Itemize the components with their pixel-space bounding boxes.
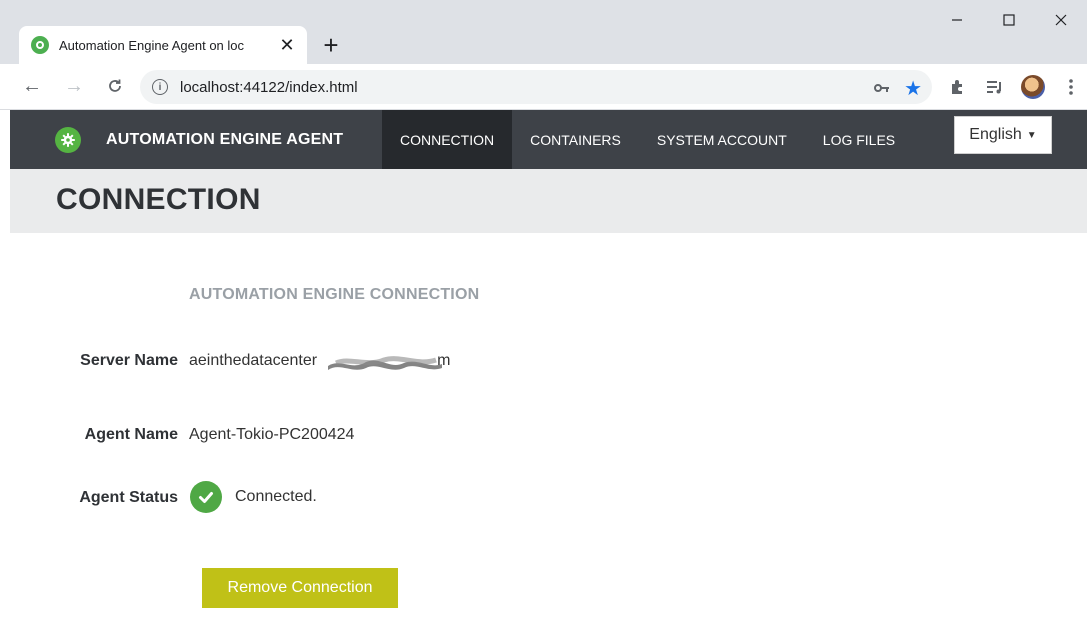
remove-connection-button[interactable]: Remove Connection (202, 568, 398, 608)
language-label: English (969, 126, 1022, 143)
browser-tabstrip: Automation Engine Agent on loc ✕ + (0, 0, 1087, 64)
browser-toolbar: ← → i localhost:44122/index.html ★ (0, 64, 1087, 110)
minimize-icon[interactable] (931, 0, 983, 40)
check-circle-icon (190, 481, 222, 513)
menu-item-connection[interactable]: CONNECTION (382, 110, 513, 169)
menu-item-system-account[interactable]: SYSTEM ACCOUNT (639, 110, 805, 169)
address-bar[interactable]: i localhost:44122/index.html ★ (140, 70, 932, 104)
agent-name-value: Agent-Tokio-PC200424 (189, 426, 355, 443)
brand-name: AUTOMATION ENGINE AGENT (106, 130, 344, 148)
agent-status-value: Connected. (235, 488, 317, 505)
profile-avatar[interactable] (1020, 74, 1046, 100)
forward-arrow-icon[interactable]: → (60, 72, 88, 100)
page-header: CONNECTION (10, 169, 1087, 233)
media-queue-icon[interactable] (982, 74, 1008, 100)
tab-title: Automation Engine Agent on loc (59, 37, 245, 53)
maximize-icon[interactable] (983, 0, 1035, 40)
page-title: CONNECTION (56, 183, 261, 216)
agent-name-label: Agent Name (84, 426, 178, 443)
app-navbar: AUTOMATION ENGINE AGENT CONNECTION CONTA… (10, 110, 1087, 169)
new-tab-icon[interactable]: + (316, 30, 346, 60)
caret-down-icon: ▼ (1026, 129, 1037, 141)
main-menu: CONNECTION CONTAINERS SYSTEM ACCOUNT LOG… (382, 110, 913, 169)
server-name-prefix: aeinthedatacenter (189, 352, 318, 369)
menu-item-log-files[interactable]: LOG FILES (805, 110, 913, 169)
url-text: localhost:44122/index.html (180, 78, 358, 96)
extensions-puzzle-icon[interactable] (944, 74, 970, 100)
server-name-label: Server Name (80, 352, 178, 369)
back-arrow-icon[interactable]: ← (18, 72, 46, 100)
reload-icon[interactable] (101, 72, 129, 100)
browser-tab[interactable]: Automation Engine Agent on loc ✕ (19, 26, 307, 64)
gear-icon (55, 126, 81, 153)
agent-status-label: Agent Status (79, 489, 178, 506)
close-window-icon[interactable] (1035, 0, 1087, 40)
key-icon[interactable] (874, 80, 890, 97)
bookmark-star-icon[interactable]: ★ (904, 76, 922, 101)
browser-menu-icon[interactable] (1058, 74, 1084, 100)
window-controls (931, 0, 1087, 40)
redacted-blur (328, 356, 442, 370)
section-title: AUTOMATION ENGINE CONNECTION (189, 286, 480, 303)
language-dropdown[interactable]: English ▼ (954, 116, 1052, 154)
tab-close-icon[interactable]: ✕ (277, 36, 297, 54)
brand[interactable]: AUTOMATION ENGINE AGENT (10, 110, 343, 169)
tab-favicon-icon (31, 36, 49, 54)
menu-item-containers[interactable]: CONTAINERS (512, 110, 639, 169)
site-info-icon[interactable]: i (152, 79, 168, 95)
